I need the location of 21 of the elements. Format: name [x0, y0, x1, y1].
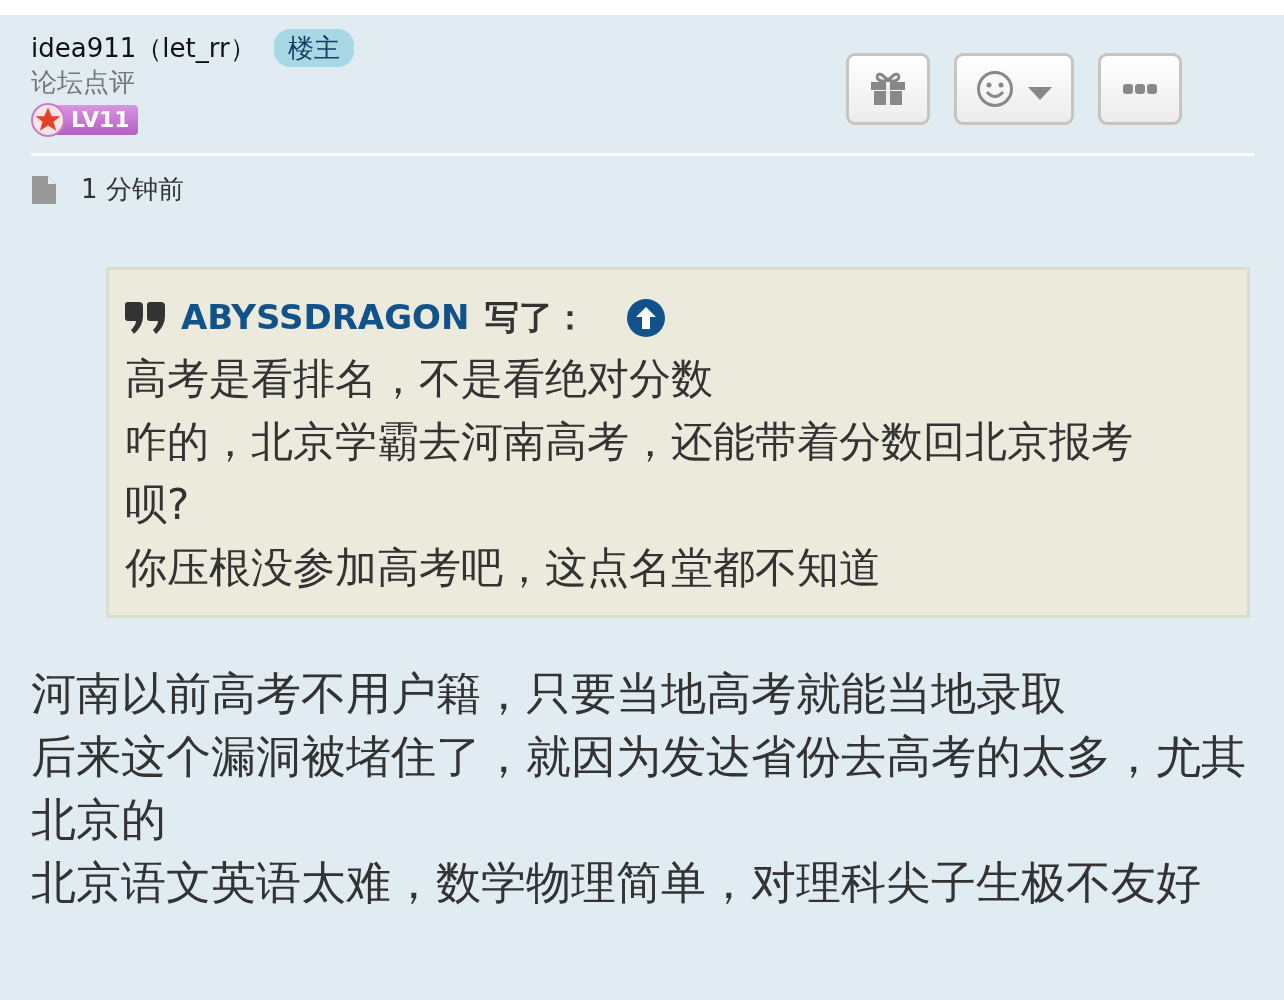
username-link[interactable]: idea911（let_rr）	[31, 31, 256, 65]
quote-text: 你压根没参加高考吧，这点名堂都不知道	[125, 542, 882, 594]
more-button[interactable]	[1098, 53, 1182, 125]
more-icon	[1123, 83, 1157, 95]
gift-icon	[869, 72, 907, 106]
post-text: 河南以前高考不用户籍，只要当地高考就能当地录取	[31, 666, 1067, 722]
quote-icon	[125, 301, 165, 334]
quote-author-link[interactable]: ABYSSDRAGON	[181, 292, 470, 343]
quote-wrote-label: 写了：	[485, 296, 588, 339]
post-text: 后来这个漏洞被堵住了，就因为发达省份去高考的太多，尤其北京的	[31, 729, 1247, 848]
author-badge: 楼主	[273, 29, 354, 67]
smiley-icon	[976, 70, 1014, 108]
caret-icon	[1028, 86, 1052, 100]
post-text: 北京语文英语太难，数学物理简单，对理科尖子生极不友好	[31, 855, 1202, 911]
gift-button[interactable]	[846, 53, 930, 125]
quote-text: 高考是看排名，不是看绝对分数	[125, 353, 714, 405]
quote-text: 咋的，北京学霸去河南高考，还能带着分数回北京报考呗?	[125, 416, 1134, 531]
reaction-button[interactable]	[954, 53, 1074, 125]
post-time: 1 分钟前	[81, 173, 184, 206]
user-group: 论坛点评	[31, 67, 354, 97]
document-icon	[31, 174, 57, 205]
